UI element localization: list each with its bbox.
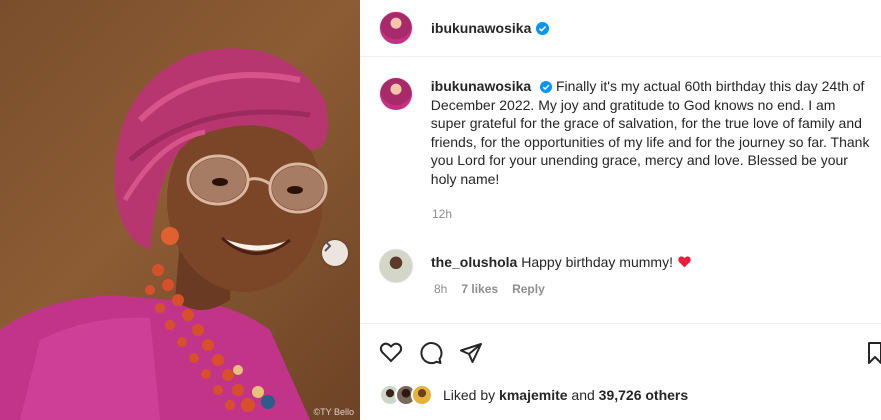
commenter-avatar[interactable] <box>379 249 413 283</box>
portrait-illustration <box>0 48 328 420</box>
caption-text: Finally it's my actual 60th birthday thi… <box>430 78 870 187</box>
verified-badge-icon <box>536 21 550 35</box>
comment-meta: 8h 7 likes Reply <box>434 282 545 296</box>
next-image-button[interactable] <box>322 240 348 266</box>
comment-likes[interactable]: 7 likes <box>461 282 498 296</box>
liked-by-joiner: and <box>571 387 595 403</box>
liked-by-others[interactable]: 39,726 others <box>599 387 689 403</box>
caption-author-avatar[interactable] <box>379 77 413 111</box>
comment-timestamp: 8h <box>434 282 448 296</box>
bookmark-icon[interactable] <box>865 341 881 370</box>
liked-by-prefix: Liked by <box>443 387 496 403</box>
commenter-username[interactable]: the_olushola <box>431 254 517 270</box>
reply-button[interactable]: Reply <box>512 282 545 296</box>
post-header: ibukunawosika <box>360 0 881 57</box>
post-image: ©TY Bello <box>0 0 360 420</box>
verified-badge-icon <box>540 81 553 94</box>
caption-timestamp: 12h <box>432 207 453 221</box>
comment-item: the_olushola Happy birthday mummy! <box>379 249 874 283</box>
image-credit: ©TY Bello <box>313 407 354 417</box>
comment-text: Happy birthday mummy! <box>521 254 673 270</box>
comment-bubble-icon[interactable] <box>419 341 443 365</box>
liked-by-user[interactable]: kmajemite <box>499 387 567 403</box>
like-heart-icon[interactable] <box>379 341 403 365</box>
liker-avatar <box>411 384 433 406</box>
post-actions: Liked by kmajemite and 39,726 others <box>360 323 881 420</box>
author-avatar[interactable] <box>379 11 413 45</box>
post-caption: ibukunawosika Finally it's my actual 60t… <box>379 77 874 188</box>
caption-username[interactable]: ibukunawosika <box>431 78 531 94</box>
heart-emoji <box>677 254 692 270</box>
likes-summary: Liked by kmajemite and 39,726 others <box>379 384 688 406</box>
post-details-panel: ibukunawosika ibukunawosika Finally it's… <box>360 0 881 420</box>
author-username[interactable]: ibukunawosika <box>431 20 531 36</box>
share-paper-plane-icon[interactable] <box>459 341 483 365</box>
liker-avatars <box>379 384 433 406</box>
